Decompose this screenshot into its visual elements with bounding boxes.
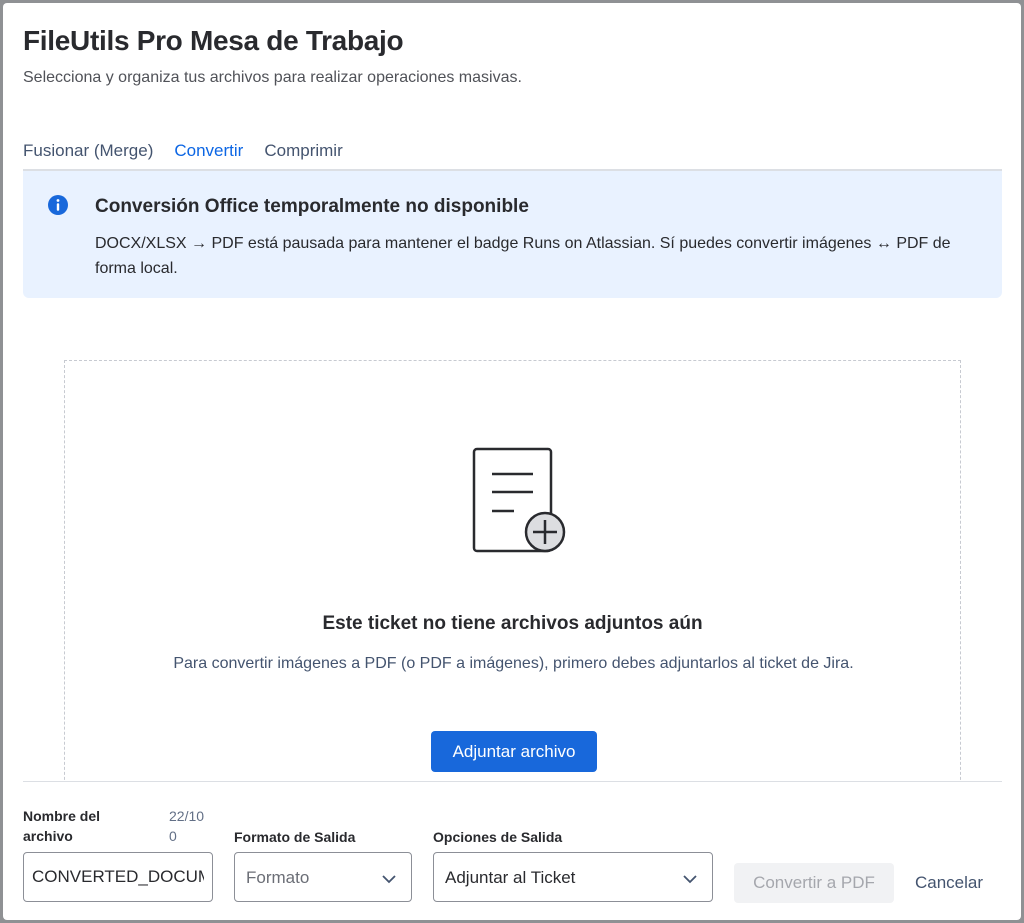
filename-label: Nombre del archivo: [23, 808, 101, 844]
workbench-modal: FileUtils Pro Mesa de Trabajo Selecciona…: [3, 3, 1021, 920]
options-label: Opciones de Salida: [433, 829, 563, 845]
chevron-down-icon: [382, 875, 396, 884]
format-select[interactable]: Formato: [234, 852, 412, 902]
page-title: FileUtils Pro Mesa de Trabajo: [23, 25, 404, 56]
info-banner-body: DOCX/XLSX → PDF está pausada para manten…: [95, 235, 951, 277]
convert-button[interactable]: Convertir a PDF: [734, 863, 894, 903]
tab-merge[interactable]: Fusionar (Merge): [23, 135, 153, 171]
file-dropzone[interactable]: Este ticket no tiene archivos adjuntos a…: [64, 360, 961, 800]
format-select-value: Formato: [246, 868, 310, 887]
page-subtitle: Selecciona y organiza tus archivos para …: [23, 69, 522, 86]
empty-state-title: Este ticket no tiene archivos adjuntos a…: [322, 613, 703, 634]
filename-counter: 22/100: [169, 808, 205, 844]
cancel-button[interactable]: Cancelar: [904, 863, 994, 903]
footer-form: Nombre del archivo 22/100 Formato de Sal…: [23, 781, 1002, 920]
tab-convert[interactable]: Convertir: [174, 135, 243, 173]
output-options-select[interactable]: Adjuntar al Ticket: [433, 852, 713, 902]
document-add-icon: [472, 447, 566, 553]
output-options-value: Adjuntar al Ticket: [445, 868, 576, 887]
filename-field[interactable]: [23, 852, 213, 902]
tab-bar: Fusionar (Merge) Convertir Comprimir: [23, 135, 1002, 173]
tab-compress[interactable]: Comprimir: [264, 135, 342, 171]
format-label: Formato de Salida: [234, 829, 356, 845]
modal-header: FileUtils Pro Mesa de Trabajo Selecciona…: [23, 25, 522, 87]
attach-file-button[interactable]: Adjuntar archivo: [431, 731, 597, 772]
info-icon: [48, 195, 68, 215]
info-banner-title: Conversión Office temporalmente no dispo…: [95, 196, 529, 217]
filename-input[interactable]: [24, 853, 212, 901]
chevron-down-icon: [683, 875, 697, 884]
empty-state-body: Para convertir imágenes a PDF (o PDF a i…: [173, 655, 854, 672]
info-banner: Conversión Office temporalmente no dispo…: [23, 171, 1002, 298]
